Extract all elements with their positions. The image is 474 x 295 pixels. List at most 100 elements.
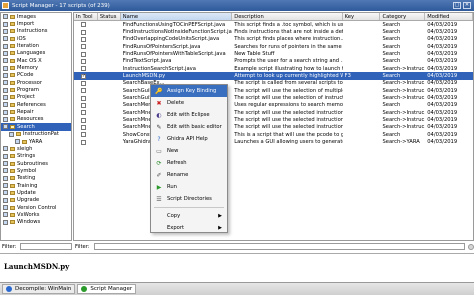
tree-item[interactable]: Import: [1, 20, 71, 27]
column-header-in-tool[interactable]: In Tool: [74, 13, 98, 20]
tree-item-checkbox[interactable]: [3, 197, 8, 203]
tree-item[interactable]: References: [1, 101, 71, 108]
category-tree[interactable]: Images Import Instructions iOS Iteration Lang…: [0, 12, 72, 241]
tree-item-checkbox[interactable]: [3, 58, 8, 64]
in-tool-checkbox[interactable]: [81, 139, 86, 145]
tree-item-checkbox[interactable]: [15, 139, 20, 145]
tree-item-checkbox[interactable]: [3, 183, 8, 189]
tree-item[interactable]: Version Control: [1, 204, 71, 211]
in-tool-checkbox[interactable]: [81, 80, 86, 86]
table-row[interactable]: SearchBaseEx... The script is called from…: [74, 80, 473, 87]
menu-item-script-directories[interactable]: ☰ Script Directories: [151, 193, 227, 205]
tree-item-checkbox[interactable]: [3, 190, 8, 196]
close-button[interactable]: ✕: [463, 2, 471, 9]
tree-item[interactable]: Iteration: [1, 42, 71, 49]
tree-item-checkbox[interactable]: [3, 212, 8, 218]
table-row[interactable]: FindOverlappingCodeUnitsScript.java This …: [74, 36, 473, 43]
tree-item[interactable]: VxWorks: [1, 211, 71, 218]
tree-item[interactable]: Symbol: [1, 167, 71, 174]
script-table[interactable]: In Tool Status Name Description Key Cate…: [73, 12, 474, 241]
tree-item[interactable]: Search: [1, 123, 71, 131]
in-tool-checkbox[interactable]: [81, 29, 86, 35]
table-row[interactable]: FindRunsOfPointersWithTableScript.java Ne…: [74, 50, 473, 57]
table-row[interactable]: SearchGuiSin... The script will use the s…: [74, 94, 473, 101]
in-tool-checkbox[interactable]: [81, 58, 86, 64]
column-header-key[interactable]: Key: [343, 13, 381, 20]
table-row[interactable]: FindInstructionsNotInsideFunctionScript.…: [74, 28, 473, 35]
tree-item-checkbox[interactable]: [3, 43, 8, 49]
tree-item-checkbox[interactable]: [3, 87, 8, 93]
tree-item-checkbox[interactable]: [3, 146, 8, 152]
table-row[interactable]: SearchMnem... The script will use the sel…: [74, 109, 473, 116]
table-row[interactable]: FindFunctionsUsingTOCinPEFScript.java Thi…: [74, 21, 473, 28]
in-tool-checkbox[interactable]: ✓: [81, 73, 86, 79]
menu-item-edit-with-eclipse[interactable]: ◐ Edit with Eclipse: [151, 109, 227, 121]
menu-item-run[interactable]: ▶ Run: [151, 181, 227, 193]
tree-item-checkbox[interactable]: [3, 102, 8, 108]
column-header-description[interactable]: Description: [232, 13, 343, 20]
table-row[interactable]: FindTextScript.java Prompts the user for …: [74, 58, 473, 65]
taskbar-item[interactable]: Script Manager: [77, 284, 137, 294]
in-tool-checkbox[interactable]: [81, 66, 86, 72]
tree-item[interactable]: Repair: [1, 108, 71, 115]
tree-item-checkbox[interactable]: [3, 153, 8, 159]
window-title-bar[interactable]: Script Manager - 17 scripts (of 239) ▢ ✕: [0, 0, 474, 11]
maximize-button[interactable]: ▢: [453, 2, 461, 9]
in-tool-checkbox[interactable]: [81, 117, 86, 123]
tree-item-checkbox[interactable]: [3, 116, 8, 122]
tree-item[interactable]: PCode: [1, 72, 71, 79]
tree-item-checkbox[interactable]: [3, 80, 8, 86]
column-header-status[interactable]: Status: [98, 13, 121, 20]
column-header-category[interactable]: Category: [380, 13, 426, 20]
tree-item-checkbox[interactable]: [3, 72, 8, 78]
menu-item-delete[interactable]: ✖ Delete: [151, 97, 227, 109]
table-row[interactable]: SearchMnem... The script will use the sel…: [74, 124, 473, 131]
tree-item[interactable]: Project: [1, 94, 71, 101]
table-row[interactable]: YaraGhidraGU... Launches a GUI allowing u…: [74, 139, 473, 146]
in-tool-checkbox[interactable]: [81, 132, 86, 138]
in-tool-checkbox[interactable]: [81, 110, 86, 116]
tree-item-checkbox[interactable]: [3, 14, 8, 20]
tree-item-checkbox[interactable]: [3, 175, 8, 181]
in-tool-checkbox[interactable]: [81, 124, 86, 130]
menu-item-export[interactable]: Export ▶: [151, 222, 227, 234]
tree-item-checkbox[interactable]: [3, 28, 8, 34]
column-header-name[interactable]: Name: [120, 13, 233, 20]
tree-item-checkbox[interactable]: [3, 21, 8, 27]
in-tool-checkbox[interactable]: [81, 36, 86, 42]
menu-item-copy[interactable]: Copy ▶: [151, 210, 227, 222]
table-row[interactable]: FindRunsOfPointersScript.java Searches fo…: [74, 43, 473, 50]
tree-item[interactable]: sleigh: [1, 145, 71, 152]
menu-item-rename[interactable]: ✐ Rename: [151, 169, 227, 181]
table-row[interactable]: SearchGuiMu... The script will use the se…: [74, 87, 473, 94]
in-tool-checkbox[interactable]: [81, 22, 86, 28]
in-tool-checkbox[interactable]: [81, 88, 86, 94]
menu-item-ghidra-api-help[interactable]: ? Ghidra API Help: [151, 133, 227, 145]
menu-item-edit-with-basic-editor[interactable]: ✎ Edit with basic editor: [151, 121, 227, 133]
table-row[interactable]: SearchMemo... Uses regular expressions to…: [74, 102, 473, 109]
tree-item-checkbox[interactable]: [3, 205, 8, 211]
tree-item[interactable]: Testing: [1, 175, 71, 182]
tree-item-checkbox[interactable]: [3, 65, 8, 71]
table-row[interactable]: SearchMnem... The script will use the sel…: [74, 116, 473, 123]
tree-item[interactable]: Resources: [1, 116, 71, 123]
tree-item[interactable]: Subroutines: [1, 160, 71, 167]
tree-item[interactable]: Processor: [1, 79, 71, 86]
tree-item-checkbox[interactable]: [3, 109, 8, 115]
tree-item[interactable]: InstructionPat: [1, 131, 71, 138]
table-row[interactable]: ShowConstan... This is a script that will…: [74, 131, 473, 138]
tree-item[interactable]: Memory: [1, 64, 71, 71]
tree-item[interactable]: Languages: [1, 50, 71, 57]
tree-item-checkbox[interactable]: [9, 131, 14, 137]
tree-item-checkbox[interactable]: [3, 161, 8, 167]
tree-item-checkbox[interactable]: [3, 124, 8, 130]
tree-item-checkbox[interactable]: [3, 36, 8, 42]
tree-item[interactable]: Upgrade: [1, 197, 71, 204]
table-row[interactable]: ✓ LaunchMSDN.py Attempt to look up current…: [74, 72, 473, 80]
table-row[interactable]: InstructionSearchScript.java Example scri…: [74, 65, 473, 72]
tree-item[interactable]: Strings: [1, 153, 71, 160]
tree-item[interactable]: Images: [1, 13, 71, 20]
menu-item-assign-key-binding[interactable]: 🔑 Assign Key Binding: [151, 85, 227, 97]
taskbar-item[interactable]: Decompile: WinMain: [2, 284, 76, 294]
tree-item[interactable]: YARA: [1, 138, 71, 145]
